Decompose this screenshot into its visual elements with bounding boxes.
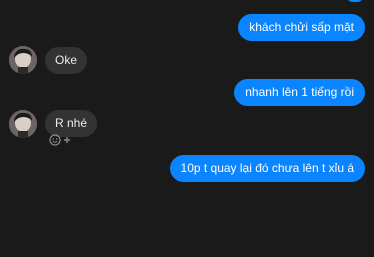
message-bubble-outgoing[interactable]: 10p t quay lại đó chưa lên t xỉu á [169, 155, 365, 182]
avatar-photo [9, 110, 37, 138]
message-text: khách chửi sấp mặt [249, 20, 354, 34]
message-text: Oke [55, 53, 78, 67]
message-text: R nhé [55, 116, 88, 130]
message-text: nhanh lên 1 tiếng rồi [245, 85, 354, 99]
contact-avatar[interactable] [9, 46, 37, 74]
chat-thread: khách chửi sấp mặt Oke nhanh lên 1 tiếng… [0, 0, 374, 257]
contact-avatar[interactable] [9, 110, 37, 138]
avatar-photo [9, 46, 37, 74]
smiley-icon [49, 134, 61, 146]
message-bubble-outgoing[interactable]: nhanh lên 1 tiếng rồi [234, 79, 365, 106]
plus-icon [64, 137, 70, 143]
message-bubble-incoming[interactable]: R nhé [45, 110, 98, 137]
add-reaction-button[interactable] [49, 134, 71, 146]
message-bubble-incoming[interactable]: Oke [45, 47, 88, 74]
message-bubble-partial[interactable] [346, 0, 364, 2]
message-bubble-outgoing[interactable]: khách chửi sấp mặt [238, 14, 365, 41]
message-text: 10p t quay lại đó chưa lên t xỉu á [180, 161, 354, 175]
